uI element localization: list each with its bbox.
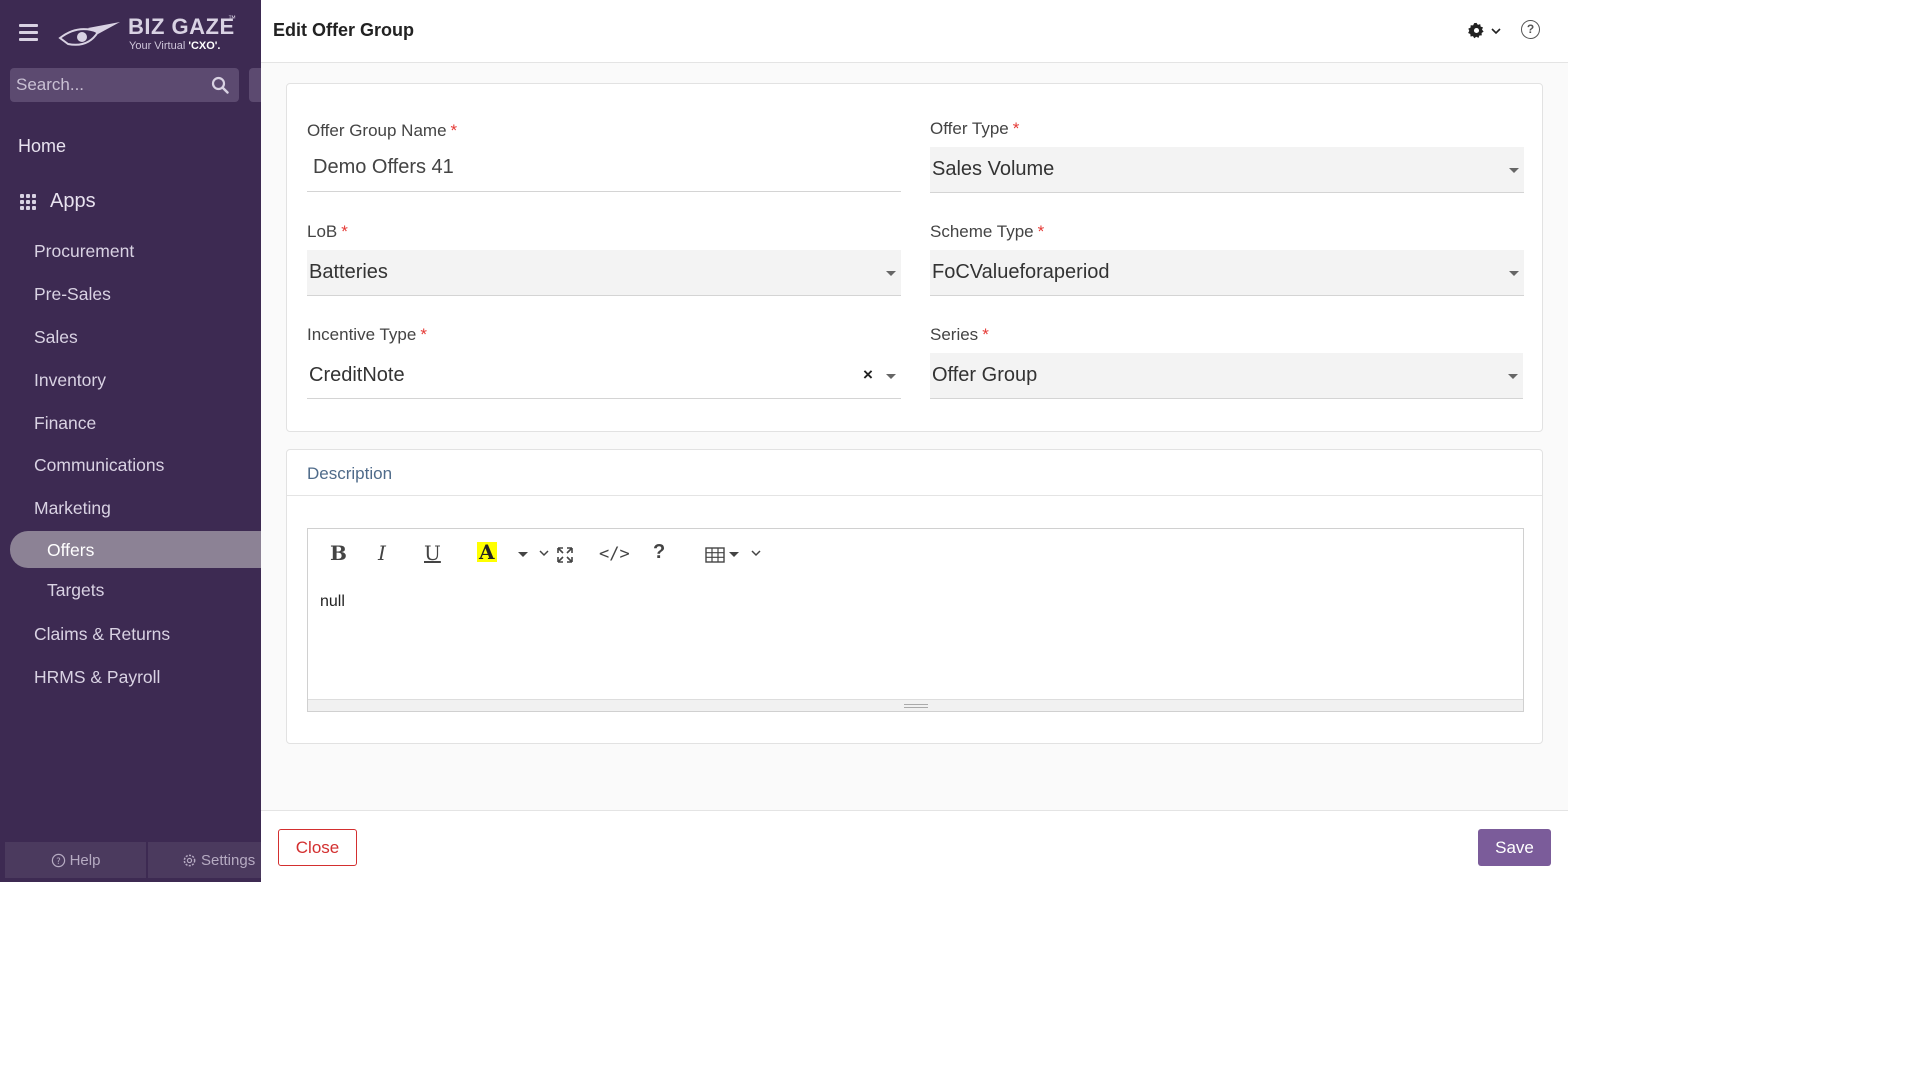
dropdown-caret-icon (1508, 374, 1518, 379)
editor-resize-handle[interactable] (308, 699, 1523, 711)
description-title: Description (307, 464, 393, 483)
scheme-type-select[interactable]: FoCValueforaperiod (930, 250, 1524, 296)
sidebar-item-hrms-payroll[interactable]: HRMS & Payroll (34, 667, 160, 688)
clear-selection-icon[interactable]: × (863, 365, 873, 385)
sidebar-item-home[interactable]: Home (18, 136, 66, 157)
font-color-button[interactable]: A (477, 542, 497, 562)
sidebar-item-finance[interactable]: Finance (34, 413, 96, 434)
sidebar-item-claims-returns[interactable]: Claims & Returns (34, 624, 170, 645)
table-icon[interactable] (705, 547, 725, 563)
gear-icon (183, 854, 196, 866)
offer-group-name-input[interactable]: Demo Offers 41 (307, 156, 901, 192)
sidebar: BIZ GAZE ™ Your Virtual 'CXO'. Home Apps… (0, 0, 261, 882)
sidebar-item-pre-sales[interactable]: Pre-Sales (34, 284, 111, 305)
offer-group-form: Offer Group Name * Demo Offers 41 Offer T… (286, 83, 1543, 432)
sidebar-item-communications[interactable]: Communications (34, 455, 164, 476)
sidebar-item-targets[interactable]: Targets (47, 580, 104, 601)
settings-dropdown[interactable] (1468, 22, 1502, 39)
bizgaze-logo[interactable]: BIZ GAZE ™ Your Virtual 'CXO'. (58, 14, 248, 54)
sidebar-item-marketing[interactable]: Marketing (34, 498, 111, 519)
series-label: Series * (930, 325, 989, 344)
sidebar-item-inventory[interactable]: Inventory (34, 370, 106, 391)
offer-type-select[interactable]: Sales Volume (930, 147, 1524, 193)
sidebar-item-offers-label: Offers (47, 540, 95, 560)
editor-help-button[interactable]: ? (653, 541, 665, 564)
required-marker: * (420, 325, 427, 344)
series-select[interactable]: Offer Group (930, 353, 1523, 399)
help-button[interactable]: ? Help (5, 842, 146, 878)
svg-text:?: ? (56, 855, 60, 865)
italic-button[interactable]: I (378, 541, 386, 565)
bold-button[interactable]: B (330, 541, 347, 565)
offer-group-name-label: Offer Group Name * (307, 121, 458, 140)
settings-button[interactable]: Settings (148, 842, 261, 878)
required-marker: * (1037, 222, 1045, 241)
required-marker: * (1012, 119, 1020, 138)
rich-text-editor: B I U A </> ? null (307, 528, 1524, 712)
incentive-type-label: Incentive Type * (307, 325, 427, 344)
required-marker: * (450, 121, 458, 140)
search-input[interactable] (10, 68, 200, 102)
chevron-down-icon (1491, 27, 1501, 34)
page-title: Edit Offer Group (273, 20, 414, 40)
action-bar: Close Save (261, 810, 1568, 882)
logo-tagline: Your Virtual 'CXO'. (129, 40, 221, 52)
page-header: Edit Offer Group ? (261, 0, 1568, 63)
sidebar-item-apps[interactable]: Apps (20, 190, 96, 213)
lob-select[interactable]: Batteries (307, 250, 901, 296)
dropdown-caret-icon (1509, 271, 1519, 276)
chevron-down-icon[interactable] (751, 549, 761, 557)
scheme-type-label: Scheme Type * (930, 222, 1045, 241)
underline-button[interactable]: U (424, 541, 441, 565)
offer-type-label: Offer Type * (930, 119, 1020, 138)
gear-icon (1468, 22, 1484, 39)
save-button[interactable]: Save (1478, 829, 1551, 866)
search-scope-toggle[interactable] (249, 68, 261, 102)
help-label: Help (69, 851, 101, 869)
sidebar-item-offers[interactable]: Offers (10, 531, 261, 568)
apps-grid-icon (20, 193, 36, 210)
logo-eye-icon (58, 22, 120, 46)
editor-content[interactable]: null (320, 593, 345, 611)
lob-label: LoB * (307, 222, 348, 241)
font-color-dropdown-icon[interactable] (518, 552, 528, 557)
dropdown-caret-icon (886, 271, 896, 276)
divider (287, 495, 1542, 496)
logo-trademark: ™ (228, 14, 236, 23)
search-box (10, 68, 239, 102)
logo-text: BIZ GAZE (128, 14, 235, 39)
close-button[interactable]: Close (278, 829, 357, 866)
sidebar-footer: ? Help Settings (5, 842, 261, 878)
required-marker: * (341, 222, 348, 241)
dropdown-caret-icon (886, 374, 896, 379)
description-card: Description B I U A </> ? null (286, 449, 1543, 744)
fullscreen-icon[interactable] (556, 546, 574, 564)
sidebar-item-procurement[interactable]: Procurement (34, 241, 134, 262)
required-marker: * (982, 325, 989, 344)
help-icon[interactable]: ? (1521, 20, 1540, 39)
hamburger-menu-icon[interactable] (19, 24, 38, 42)
search-icon[interactable] (211, 76, 229, 94)
sidebar-item-sales[interactable]: Sales (34, 327, 78, 348)
editor-toolbar: B I U A </> ? (308, 529, 1523, 579)
chevron-down-icon[interactable] (539, 549, 549, 557)
sidebar-apps-label: Apps (50, 190, 96, 212)
table-dropdown-icon[interactable] (729, 552, 739, 557)
dropdown-caret-icon (1509, 168, 1519, 173)
help-circle-icon: ? (51, 853, 65, 867)
code-view-button[interactable]: </> (599, 544, 630, 564)
settings-label: Settings (201, 851, 256, 869)
incentive-type-select[interactable]: CreditNote × (307, 353, 901, 399)
